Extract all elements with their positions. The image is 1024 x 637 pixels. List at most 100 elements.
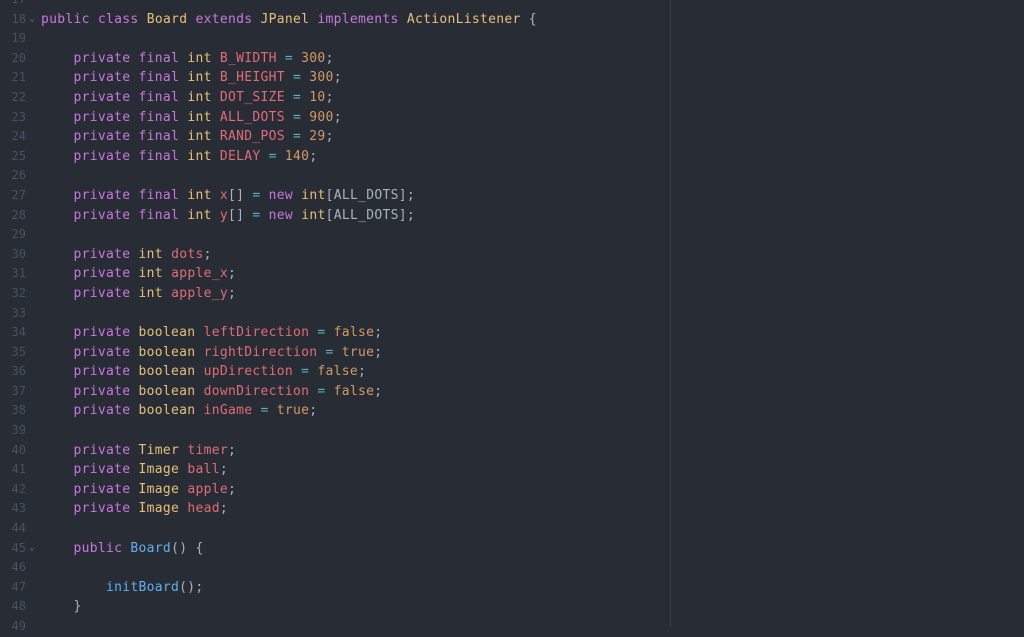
code-line[interactable]: 23 private final int ALL_DOTS = 900; (0, 108, 1024, 128)
code-line[interactable]: 29 (0, 225, 1024, 245)
code-token: boolean (138, 403, 196, 419)
code-token: 140 (284, 148, 310, 164)
code-text: private boolean leftDirection = false; (41, 323, 383, 343)
code-token: inGame (203, 403, 253, 419)
code-text: private final int RAND_POS = 29; (41, 127, 334, 147)
code-editor[interactable]: 1718⌄public class Board extends JPanel i… (0, 0, 1024, 633)
fold-chevron-icon[interactable]: ⌄ (27, 10, 37, 30)
line-number: 33 (11, 305, 26, 320)
code-token: [ALL_DOTS]; (325, 187, 415, 203)
line-number: 39 (11, 423, 26, 438)
code-line[interactable]: 27 private final int x[] = new int[ALL_D… (0, 186, 1024, 206)
code-line[interactable]: 38 private boolean inGame = true; (0, 401, 1024, 421)
code-token: private (73, 70, 131, 86)
code-line[interactable]: 35 private boolean rightDirection = true… (0, 343, 1024, 363)
code-token: ; (227, 481, 237, 497)
line-number: 43 (11, 501, 26, 516)
line-number: 45 (11, 540, 26, 555)
code-line[interactable]: 31 private int apple_x; (0, 264, 1024, 284)
code-line[interactable]: 32 private int apple_y; (0, 284, 1024, 304)
code-line[interactable]: 49 (0, 617, 1024, 637)
code-token: public (41, 11, 90, 27)
code-line[interactable]: 26 (0, 166, 1024, 186)
code-line[interactable]: 25 private final int DELAY = 140; (0, 147, 1024, 167)
code-line[interactable]: 22 private final int DOT_SIZE = 10; (0, 88, 1024, 108)
code-line[interactable]: 45 ⌄ public Board() { (0, 539, 1024, 559)
code-line[interactable]: 28 private final int y[] = new int[ALL_D… (0, 206, 1024, 226)
code-lines[interactable]: 1718⌄public class Board extends JPanel i… (0, 0, 1024, 637)
code-line[interactable]: 33 (0, 304, 1024, 324)
code-line[interactable]: 43 private Image head; (0, 499, 1024, 519)
line-number: 30 (11, 246, 26, 261)
code-text: public Board() { (41, 539, 204, 559)
code-line[interactable]: 17 (0, 0, 1024, 10)
code-token: final (138, 70, 180, 86)
code-token: upDirection (203, 364, 293, 380)
code-token: DELAY (219, 148, 261, 164)
code-token: ; (358, 364, 367, 380)
code-text: private final int x[] = new int[ALL_DOTS… (41, 186, 415, 206)
code-token: ; (374, 344, 383, 360)
code-line[interactable]: 21 private final int B_HEIGHT = 300; (0, 68, 1024, 88)
code-token: ; (325, 89, 334, 105)
code-line[interactable]: 41 private Image ball; (0, 460, 1024, 480)
code-token: extends (195, 11, 253, 27)
code-token: [] (228, 207, 253, 223)
fold-chevron-icon[interactable]: ⌄ (27, 539, 37, 559)
code-token: ; (309, 148, 318, 164)
code-token: true (276, 403, 310, 419)
line-number: 23 (11, 109, 26, 124)
code-line[interactable]: 47 initBoard(); (0, 578, 1024, 598)
code-line[interactable]: 24 private final int RAND_POS = 29; (0, 127, 1024, 147)
line-number: 46 (11, 560, 26, 575)
code-line[interactable]: 42 private Image apple; (0, 480, 1024, 500)
code-token: int (187, 109, 212, 125)
code-token: private (73, 344, 131, 360)
code-token: rightDirection (203, 344, 318, 360)
code-line[interactable]: 46 (0, 558, 1024, 578)
code-token: ALL_DOTS (219, 109, 285, 125)
code-token: ; (227, 266, 237, 282)
code-line[interactable]: 36 private boolean upDirection = false; (0, 362, 1024, 382)
code-line[interactable]: 40 private Timer timer; (0, 441, 1024, 461)
code-line[interactable]: 30 private int dots; (0, 245, 1024, 265)
code-token: int (187, 129, 212, 145)
code-token: ; (333, 109, 342, 125)
code-token: 900 (309, 109, 334, 125)
code-token: int (187, 207, 212, 223)
line-number: 21 (11, 70, 26, 85)
code-token: private (73, 148, 131, 164)
line-number: 20 (11, 50, 26, 65)
code-line[interactable]: 20 private final int B_WIDTH = 300; (0, 49, 1024, 69)
code-token: boolean (138, 344, 196, 360)
code-text: private final int ALL_DOTS = 900; (41, 108, 342, 128)
code-token: new (268, 207, 294, 223)
code-line[interactable]: 39 (0, 421, 1024, 441)
code-token: private (73, 187, 131, 203)
code-text: private boolean inGame = true; (41, 401, 318, 421)
code-token: RAND_POS (219, 129, 285, 145)
code-token: ; (219, 501, 228, 517)
code-line[interactable]: 37 private boolean downDirection = false… (0, 382, 1024, 402)
code-line[interactable]: 18 ⌄ public class Board extends JPanel imp… (0, 10, 1024, 30)
code-line[interactable]: 44 (0, 519, 1024, 539)
code-line[interactable]: 48 } (0, 597, 1024, 617)
code-line[interactable]: 34 private boolean leftDirection = false… (0, 323, 1024, 343)
code-token: true (341, 344, 375, 360)
code-line[interactable]: 19 (0, 29, 1024, 49)
code-token: private (73, 285, 131, 301)
